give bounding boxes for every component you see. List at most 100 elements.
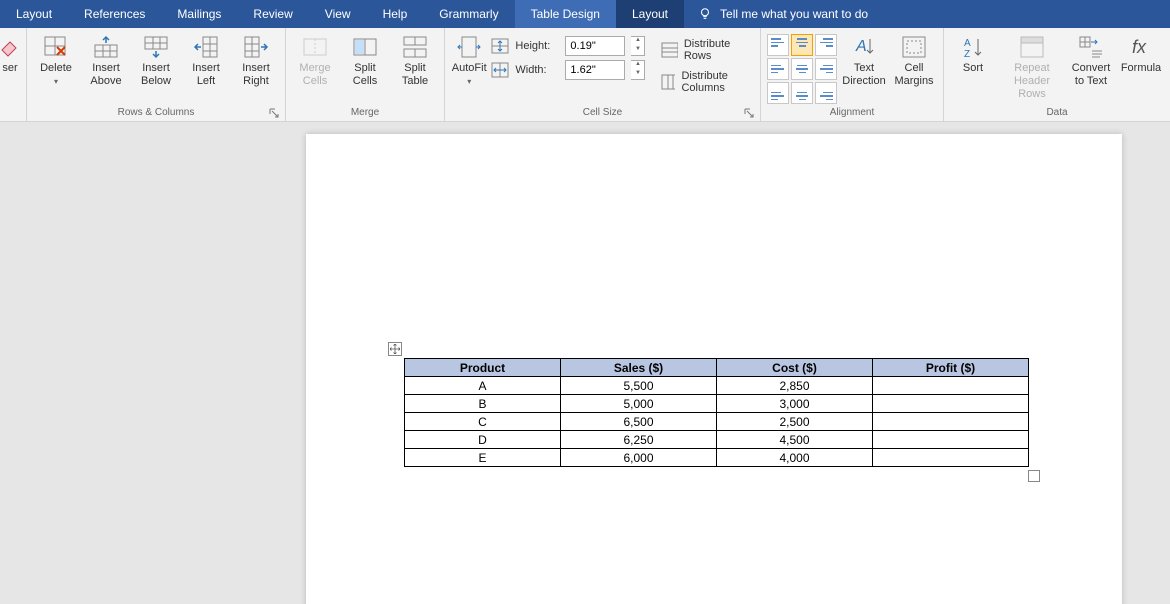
table-cell[interactable] (873, 413, 1029, 431)
insert-above-icon (93, 35, 119, 59)
alignment-group-label: Alignment (767, 105, 937, 121)
dialog-launcher-icon[interactable] (269, 108, 279, 118)
table-header[interactable]: Sales ($) (561, 359, 717, 377)
table-row[interactable]: D6,2504,500 (405, 431, 1029, 449)
table-cell[interactable]: A (405, 377, 561, 395)
formula-icon: fx (1130, 35, 1152, 59)
delete-button[interactable]: Delete ▾ (33, 32, 79, 86)
split-cells-button[interactable]: Split Cells (342, 32, 388, 88)
tab-table-design[interactable]: Table Design (515, 0, 616, 28)
align-top-left[interactable] (767, 34, 789, 56)
merge-cells-button[interactable]: Merge Cells (292, 32, 338, 88)
distribute-columns-icon (661, 74, 675, 90)
cell-margins-button[interactable]: Cell Margins (891, 32, 937, 88)
tab-grammarly[interactable]: Grammarly (423, 0, 514, 28)
tell-me-placeholder: Tell me what you want to do (720, 7, 868, 21)
data-table[interactable]: Product Sales ($) Cost ($) Profit ($) A5… (404, 358, 1029, 467)
tab-view[interactable]: View (309, 0, 367, 28)
autofit-button[interactable]: AutoFit ▾ (451, 32, 487, 86)
eraser-button[interactable]: ser (0, 32, 20, 75)
tab-references[interactable]: References (68, 0, 161, 28)
table-header[interactable]: Profit ($) (873, 359, 1029, 377)
distribute-rows-icon (661, 42, 677, 58)
sort-button[interactable]: AZ Sort (950, 32, 996, 75)
text-direction-button[interactable]: A Text Direction (841, 32, 887, 88)
svg-text:A: A (964, 38, 971, 49)
table-header-row[interactable]: Product Sales ($) Cost ($) Profit ($) (405, 359, 1029, 377)
align-bottom-right[interactable] (815, 82, 837, 104)
tab-review[interactable]: Review (237, 0, 308, 28)
table-cell[interactable]: C (405, 413, 561, 431)
table-cell[interactable]: 3,000 (717, 395, 873, 413)
table-cell[interactable]: 6,000 (561, 449, 717, 467)
table-row[interactable]: E6,0004,000 (405, 449, 1029, 467)
table-cell[interactable]: 4,000 (717, 449, 873, 467)
insert-above-button[interactable]: Insert Above (83, 32, 129, 88)
table-cell[interactable]: B (405, 395, 561, 413)
align-middle-center[interactable] (791, 58, 813, 80)
align-middle-right[interactable] (815, 58, 837, 80)
sort-icon: AZ (962, 35, 984, 59)
formula-button[interactable]: fx Formula (1118, 32, 1164, 75)
table-cell[interactable]: E (405, 449, 561, 467)
table-cell[interactable]: 2,850 (717, 377, 873, 395)
dialog-launcher-icon[interactable] (744, 108, 754, 118)
tell-me-search[interactable]: Tell me what you want to do (684, 0, 882, 28)
table-row[interactable]: C6,5002,500 (405, 413, 1029, 431)
table-resize-handle[interactable] (1028, 470, 1040, 482)
height-label: Height: (515, 40, 559, 52)
table-cell[interactable] (873, 377, 1029, 395)
repeat-header-rows-button[interactable]: Repeat Header Rows (1000, 32, 1064, 101)
col-width-icon (491, 62, 509, 78)
alignment-grid (767, 32, 837, 104)
align-top-right[interactable] (815, 34, 837, 56)
insert-below-icon (143, 35, 169, 59)
lightbulb-icon (698, 7, 712, 21)
table-cell[interactable] (873, 431, 1029, 449)
align-bottom-left[interactable] (767, 82, 789, 104)
tab-layout-page[interactable]: Layout (0, 0, 68, 28)
table-cell[interactable]: 2,500 (717, 413, 873, 431)
table-header[interactable]: Cost ($) (717, 359, 873, 377)
table-row[interactable]: B5,0003,000 (405, 395, 1029, 413)
delete-table-icon (43, 35, 69, 59)
text-direction-icon: A (852, 35, 876, 59)
table-move-handle[interactable] (388, 342, 402, 356)
table-cell[interactable]: 5,500 (561, 377, 717, 395)
distribute-columns-button[interactable]: Distribute Columns (661, 70, 754, 94)
split-table-button[interactable]: Split Table (392, 32, 438, 88)
align-top-center[interactable] (791, 34, 813, 56)
convert-to-text-button[interactable]: Convert to Text (1068, 32, 1114, 88)
table-cell[interactable] (873, 449, 1029, 467)
align-middle-left[interactable] (767, 58, 789, 80)
align-bottom-center[interactable] (791, 82, 813, 104)
table-cell[interactable]: 5,000 (561, 395, 717, 413)
tab-table-layout[interactable]: Layout (616, 0, 684, 28)
width-input[interactable] (565, 60, 625, 80)
width-spinner[interactable]: ▲▼ (631, 60, 645, 80)
move-icon (390, 344, 400, 354)
split-cells-icon (352, 35, 378, 59)
height-spinner[interactable]: ▲▼ (631, 36, 645, 56)
data-group-label: Data (950, 105, 1164, 121)
autofit-icon (456, 35, 482, 59)
height-input[interactable] (565, 36, 625, 56)
table-header[interactable]: Product (405, 359, 561, 377)
width-label: Width: (515, 64, 559, 76)
insert-left-button[interactable]: Insert Left (183, 32, 229, 88)
table-row[interactable]: A5,5002,850 (405, 377, 1029, 395)
table-cell[interactable]: D (405, 431, 561, 449)
table-cell[interactable]: 6,250 (561, 431, 717, 449)
merge-group-label: Merge (292, 105, 438, 121)
table-cell[interactable]: 6,500 (561, 413, 717, 431)
insert-below-button[interactable]: Insert Below (133, 32, 179, 88)
table-cell[interactable] (873, 395, 1029, 413)
repeat-header-icon (1019, 35, 1045, 59)
table-cell[interactable]: 4,500 (717, 431, 873, 449)
distribute-rows-button[interactable]: Distribute Rows (661, 38, 754, 62)
merge-cells-icon (302, 35, 328, 59)
tab-mailings[interactable]: Mailings (161, 0, 237, 28)
document-area[interactable]: Product Sales ($) Cost ($) Profit ($) A5… (0, 122, 1170, 604)
insert-right-button[interactable]: Insert Right (233, 32, 279, 88)
tab-help[interactable]: Help (367, 0, 424, 28)
